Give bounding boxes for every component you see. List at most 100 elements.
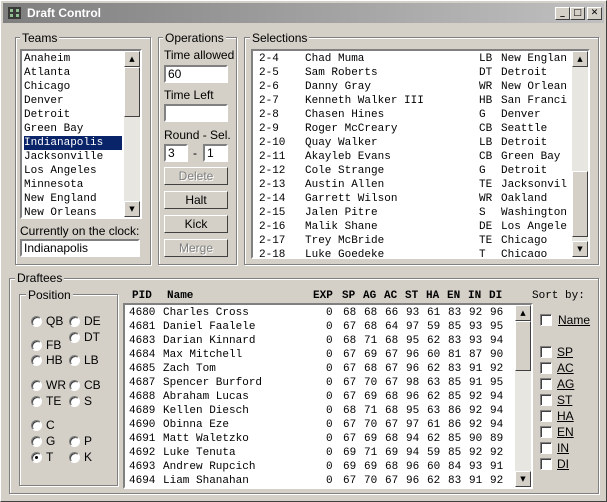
team-item[interactable]: Minnesota <box>24 178 122 192</box>
selection-row[interactable]: 2-13 Austin Allen TE Jacksonvil <box>253 178 571 192</box>
column-header-st[interactable]: ST <box>405 290 418 302</box>
scroll-down-button[interactable]: ▼ <box>515 471 531 487</box>
column-header-ha[interactable]: HA <box>426 290 439 302</box>
selection-row[interactable]: 2-5 Sam Roberts DT Detroit <box>253 66 571 80</box>
radio-qb[interactable] <box>31 316 42 327</box>
team-item[interactable]: Chicago <box>24 80 122 94</box>
team-item[interactable]: Jacksonville <box>24 150 122 164</box>
column-header-ac[interactable]: AC <box>384 290 397 302</box>
team-item[interactable]: Atlanta <box>24 66 122 80</box>
selection-field[interactable]: 1 <box>203 144 228 162</box>
draftee-row[interactable]: 4687 Spencer Burford 0 67 70 67 98 63 85 91 95 <box>125 376 513 390</box>
team-item[interactable]: Denver <box>24 94 122 108</box>
radio-hb[interactable] <box>31 355 42 366</box>
column-header-exp[interactable]: EXP <box>313 290 333 302</box>
draftee-row[interactable]: 4683 Darian Kinnard 0 68 71 68 95 62 83 93 94 <box>125 334 513 348</box>
scroll-thumb[interactable] <box>515 321 531 371</box>
sort-checkbox-in[interactable] <box>540 442 552 454</box>
scroll-up-button[interactable]: ▲ <box>515 305 531 321</box>
scroll-up-button[interactable]: ▲ <box>124 51 140 67</box>
selection-row[interactable]: 2-6 Danny Gray WR New Orlean <box>253 80 571 94</box>
draftee-row[interactable]: 4693 Andrew Rupcich 0 69 69 68 96 60 84 93 91 <box>125 460 513 474</box>
team-item[interactable]: Anaheim <box>24 52 122 66</box>
selection-row[interactable]: 2-7 Kenneth Walker III HB San Franci <box>253 94 571 108</box>
scroll-thumb[interactable] <box>572 171 588 237</box>
team-item[interactable]: New England <box>24 192 122 206</box>
selection-row[interactable]: 2-11 Akayleb Evans CB Green Bay <box>253 150 571 164</box>
selection-row[interactable]: 2-17 Trey McBride TE Chicago <box>253 234 571 248</box>
radio-k[interactable] <box>69 452 80 463</box>
team-item[interactable]: New Orleans <box>24 206 122 217</box>
round-field[interactable]: 3 <box>164 144 188 162</box>
draftee-row[interactable]: 4685 Zach Tom 0 67 68 67 96 62 83 91 92 <box>125 362 513 376</box>
minimize-button[interactable]: _ <box>555 7 570 20</box>
clock-field[interactable]: Indianapolis <box>20 239 140 257</box>
draftee-row[interactable]: 4688 Abraham Lucas 0 67 69 68 96 62 85 92 94 <box>125 390 513 404</box>
column-header-di[interactable]: DI <box>489 290 502 302</box>
column-header-en[interactable]: EN <box>447 290 460 302</box>
column-header-sp[interactable]: SP <box>342 290 355 302</box>
draftee-row[interactable]: 4684 Max Mitchell 0 67 69 67 96 60 81 87 90 <box>125 348 513 362</box>
close-button[interactable]: ✕ <box>587 7 602 20</box>
teams-list[interactable]: Anaheim Atlanta Chicago Denver Detroit Green … <box>20 49 142 219</box>
column-header-in[interactable]: IN <box>468 290 481 302</box>
team-item[interactable]: Green Bay <box>24 122 122 136</box>
column-header-name[interactable]: Name <box>167 290 193 302</box>
selections-list[interactable]: 2-4 Chad Muma LB New Englan 2-5 Sam Roberts DT… <box>251 49 590 259</box>
radio-lb[interactable] <box>69 355 80 366</box>
sort-checkbox-di[interactable] <box>540 458 552 470</box>
team-item[interactable]: Detroit <box>24 108 122 122</box>
radio-de[interactable] <box>69 316 80 327</box>
radio-s[interactable] <box>69 396 80 407</box>
draftee-row[interactable]: 4694 Liam Shanahan 0 67 70 67 96 62 83 91 92 <box>125 474 513 487</box>
sort-checkbox-st[interactable] <box>540 394 552 406</box>
team-item[interactable]: Indianapolis <box>24 136 122 150</box>
selection-row[interactable]: 2-4 Chad Muma LB New Englan <box>253 52 571 66</box>
teams-scrollbar[interactable]: ▲ ▼ <box>124 51 140 217</box>
sort-checkbox-sp[interactable] <box>540 346 552 358</box>
scroll-thumb[interactable] <box>124 67 140 117</box>
column-header-pid[interactable]: PID <box>132 290 152 302</box>
maximize-button[interactable]: □ <box>570 7 585 20</box>
selection-row[interactable]: 2-12 Cole Strange G Detroit <box>253 164 571 178</box>
merge-button[interactable]: Merge <box>164 239 228 257</box>
radio-cb[interactable] <box>69 380 80 391</box>
draftee-row[interactable]: 4680 Charles Cross 0 68 68 66 93 61 83 92 96 <box>125 306 513 320</box>
radio-g[interactable] <box>31 436 42 447</box>
draftees-scrollbar[interactable]: ▲ ▼ <box>515 305 531 487</box>
selection-row[interactable]: 2-16 Malik Shane DE Los Angele <box>253 220 571 234</box>
team-item[interactable]: Los Angeles <box>24 164 122 178</box>
selection-row[interactable]: 2-8 Chasen Hines G Denver <box>253 108 571 122</box>
halt-button[interactable]: Halt <box>164 191 228 209</box>
sort-checkbox-en[interactable] <box>540 426 552 438</box>
kick-button[interactable]: Kick <box>164 215 228 233</box>
sort-checkbox-name[interactable] <box>540 314 552 326</box>
time-allowed-field[interactable]: 60 <box>164 65 228 83</box>
scroll-down-button[interactable]: ▼ <box>572 241 588 257</box>
radio-dt[interactable] <box>69 332 80 343</box>
draftee-row[interactable]: 4681 Daniel Faalele 0 67 68 64 97 59 85 93 95 <box>125 320 513 334</box>
draftee-row[interactable]: 4690 Obinna Eze 0 67 70 67 97 61 86 92 94 <box>125 418 513 432</box>
scroll-up-button[interactable]: ▲ <box>572 51 588 67</box>
selection-row[interactable]: 2-14 Garrett Wilson WR Oakland <box>253 192 571 206</box>
draftee-row[interactable]: 4691 Matt Waletzko 0 67 69 68 94 62 85 90 89 <box>125 432 513 446</box>
selection-row[interactable]: 2-18 Luke Goedeke T Chicago <box>253 248 571 257</box>
radio-te[interactable] <box>31 396 42 407</box>
delete-button[interactable]: Delete <box>164 167 228 185</box>
radio-t[interactable] <box>31 452 42 463</box>
sort-checkbox-ha[interactable] <box>540 410 552 422</box>
column-header-ag[interactable]: AG <box>363 290 376 302</box>
radio-wr[interactable] <box>31 380 42 391</box>
selections-scrollbar[interactable]: ▲ ▼ <box>572 51 588 257</box>
draftee-row[interactable]: 4692 Luke Tenuta 0 69 71 69 94 59 85 92 92 <box>125 446 513 460</box>
title-bar[interactable]: Draft Control _ □ ✕ <box>3 3 604 23</box>
radio-c[interactable] <box>31 420 42 431</box>
draftee-row[interactable]: 4689 Kellen Diesch 0 68 71 68 95 63 86 92 94 <box>125 404 513 418</box>
radio-p[interactable] <box>69 436 80 447</box>
selection-row[interactable]: 2-15 Jalen Pitre S Washington <box>253 206 571 220</box>
sort-checkbox-ag[interactable] <box>540 378 552 390</box>
time-left-field[interactable] <box>164 104 228 122</box>
scroll-down-button[interactable]: ▼ <box>124 201 140 217</box>
sort-checkbox-ac[interactable] <box>540 362 552 374</box>
radio-fb[interactable] <box>31 340 42 351</box>
